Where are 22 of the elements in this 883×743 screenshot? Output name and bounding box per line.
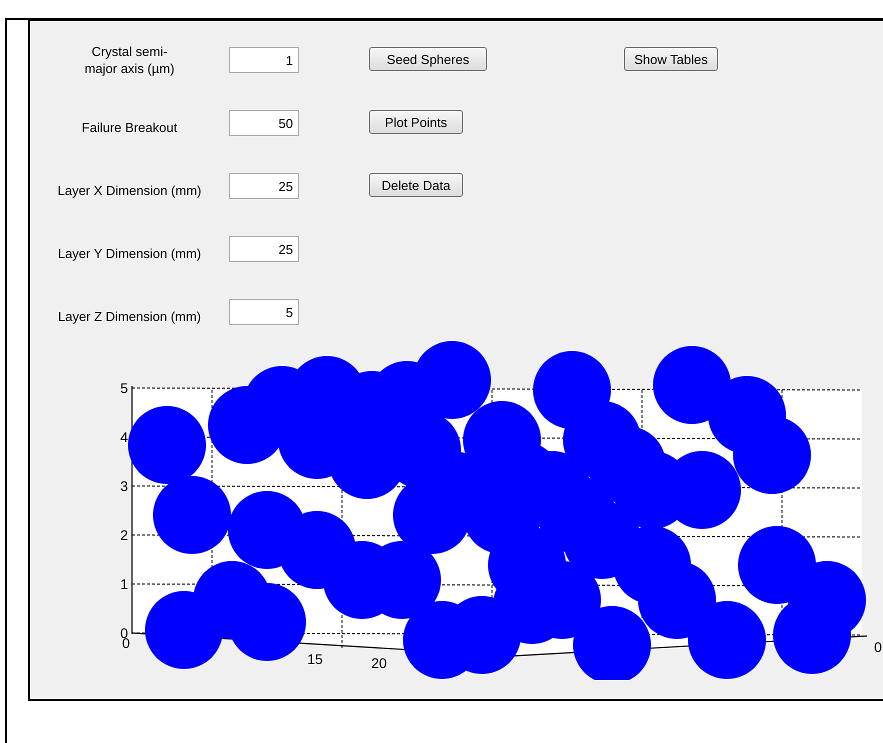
input-field[interactable]: 5 bbox=[229, 299, 299, 325]
input-field[interactable]: 25 bbox=[229, 173, 299, 199]
tick-label: 4 bbox=[120, 429, 128, 445]
tick-label: 15 bbox=[307, 651, 323, 667]
tick-label: 0 bbox=[874, 639, 882, 655]
input-field[interactable]: 1 bbox=[229, 47, 299, 73]
field-label: Failure Breakout bbox=[80, 118, 178, 136]
input-field[interactable]: 25 bbox=[229, 236, 299, 262]
action-button[interactable]: Plot Points bbox=[369, 110, 463, 134]
action-button[interactable]: Seed Spheres bbox=[369, 47, 487, 71]
field-label: Crystal semi- major axis (µm) bbox=[84, 43, 176, 77]
tick-label: 5 bbox=[120, 380, 128, 396]
input-field[interactable]: 50 bbox=[229, 110, 299, 136]
show-tables-button[interactable]: Show Tables bbox=[624, 47, 718, 71]
tick-label: 1 bbox=[120, 576, 128, 592]
tick-label: 20 bbox=[371, 655, 387, 671]
field-label: Layer X Dimension (mm) bbox=[56, 182, 202, 198]
action-button[interactable]: Delete Data bbox=[369, 173, 463, 197]
tick-label: 3 bbox=[120, 478, 128, 494]
field-label: Layer Y Dimension (mm) bbox=[56, 244, 202, 262]
field-label: Layer Z Dimension (mm) bbox=[56, 308, 202, 324]
tick-label: 2 bbox=[120, 527, 128, 543]
